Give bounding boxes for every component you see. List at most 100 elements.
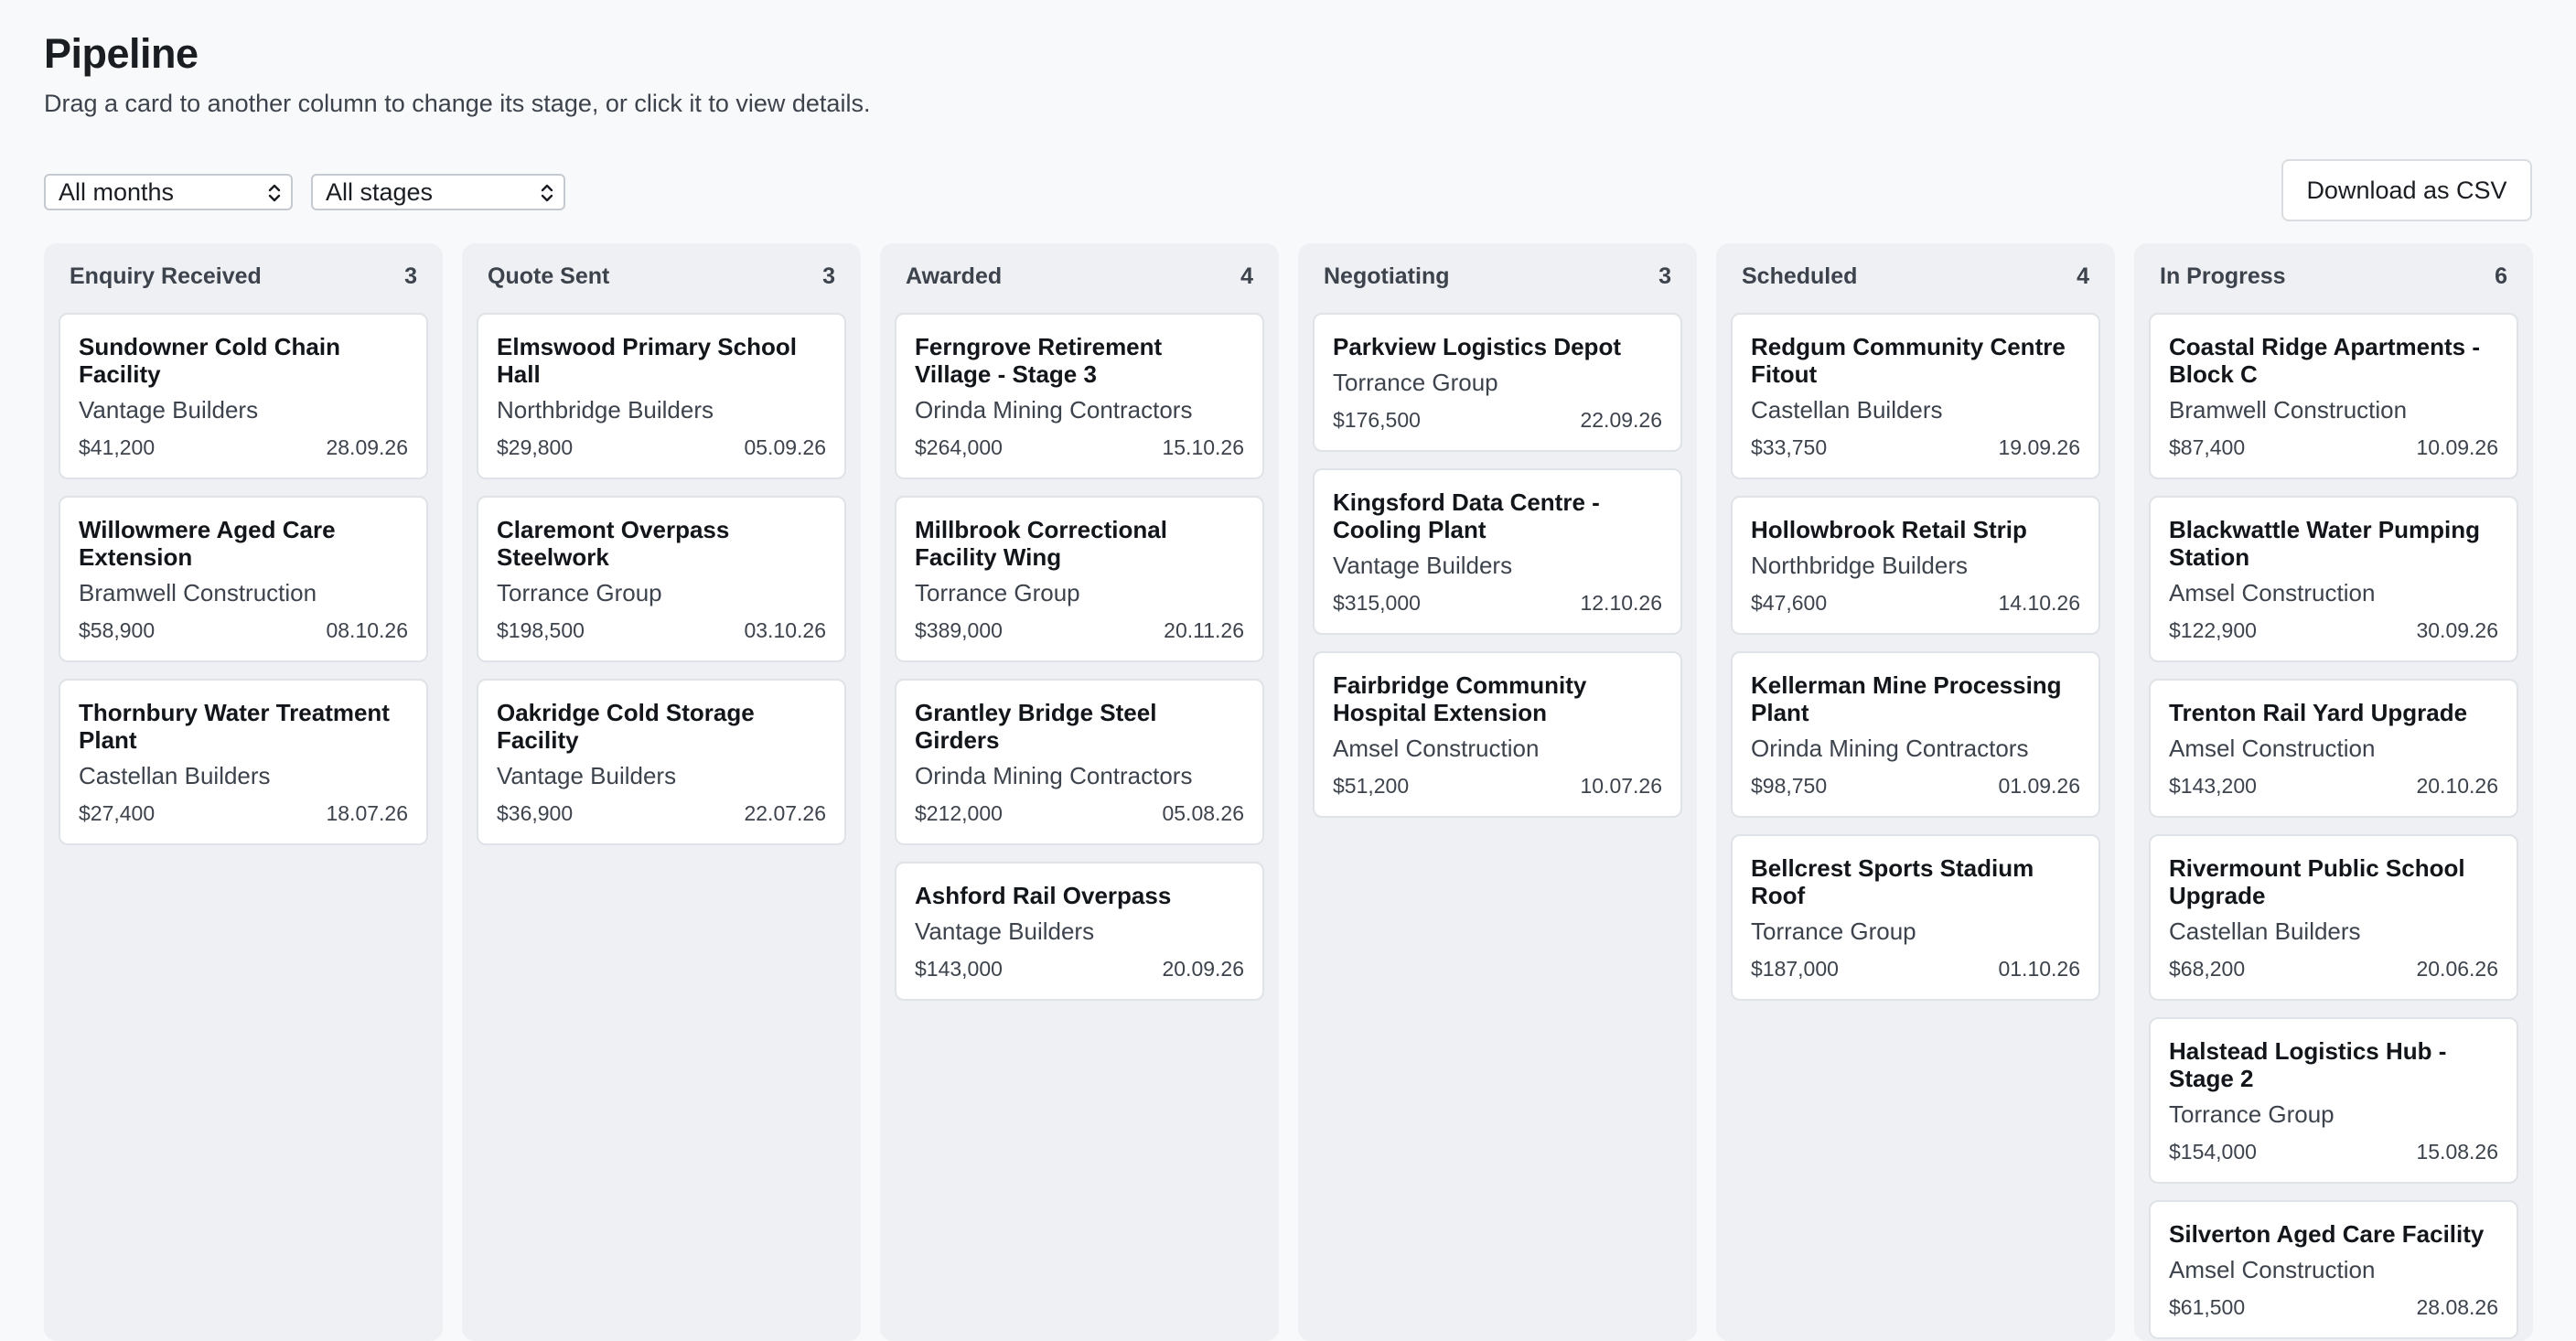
job-card-date: 22.09.26 xyxy=(1580,408,1662,432)
job-card[interactable]: Parkview Logistics Depot Torrance Group $1… xyxy=(1313,313,1682,452)
job-card-footer: $47,600 14.10.26 xyxy=(1751,591,2080,617)
job-card-footer: $29,800 05.09.26 xyxy=(497,435,826,461)
job-card[interactable]: Trenton Rail Yard Upgrade Amsel Construct… xyxy=(2149,679,2518,818)
column-header: Quote Sent 3 xyxy=(477,243,846,313)
job-card-value: $122,900 xyxy=(2169,618,2257,642)
job-card-client: Orinda Mining Contractors xyxy=(915,396,1193,424)
job-card[interactable]: Elmswood Primary School Hall Northbridge … xyxy=(477,313,846,479)
stage-column[interactable]: In Progress 6 Coastal Ridge Apartments - B… xyxy=(2134,243,2533,1341)
job-card-title: Trenton Rail Yard Upgrade xyxy=(2169,699,2468,726)
stage-column[interactable]: Scheduled 4 Redgum Community Centre Fitout… xyxy=(1716,243,2115,1341)
column-title: Quote Sent xyxy=(488,263,610,289)
job-card[interactable]: Coastal Ridge Apartments - Block C Bramwe… xyxy=(2149,313,2518,479)
column-header: In Progress 6 xyxy=(2149,243,2518,313)
job-card-title: Blackwattle Water Pumping Station xyxy=(2169,516,2480,571)
job-card[interactable]: Blackwattle Water Pumping Station Amsel C… xyxy=(2149,496,2518,662)
job-card-client: Orinda Mining Contractors xyxy=(915,762,1193,789)
job-card-value: $51,200 xyxy=(1333,774,1410,798)
job-card-footer: $98,750 01.09.26 xyxy=(1751,774,2080,799)
job-card-title: Redgum Community Centre Fitout xyxy=(1751,333,2066,388)
job-card[interactable]: Ashford Rail Overpass Vantage Builders $14… xyxy=(895,862,1264,1001)
stage-column[interactable]: Quote Sent 3 Elmswood Primary School Hall N… xyxy=(462,243,861,1341)
job-card[interactable]: Fairbridge Community Hospital Extension A… xyxy=(1313,651,1682,818)
kanban-board: Enquiry Received 3 Sundowner Cold Chain Fa… xyxy=(44,243,2533,1341)
job-card-footer: $58,900 08.10.26 xyxy=(79,618,408,644)
job-card-date: 18.07.26 xyxy=(326,801,408,825)
column-count-badge: 4 xyxy=(2077,263,2089,289)
job-card-title: Rivermount Public School Upgrade xyxy=(2169,854,2465,909)
job-card-date: 03.10.26 xyxy=(744,618,826,642)
job-card[interactable]: Millbrook Correctional Facility Wing Torr… xyxy=(895,496,1264,662)
job-card[interactable]: Grantley Bridge Steel Girders Orinda Mini… xyxy=(895,679,1264,845)
column-title: Enquiry Received xyxy=(70,263,262,289)
job-card[interactable]: Willowmere Aged Care Extension Bramwell C… xyxy=(59,496,428,662)
job-card-footer: $264,000 15.10.26 xyxy=(915,435,1244,461)
job-card-date: 20.06.26 xyxy=(2416,957,2498,981)
column-count-badge: 3 xyxy=(404,263,417,289)
months-filter-value: All months xyxy=(59,178,175,206)
stage-column[interactable]: Awarded 4 Ferngrove Retirement Village - S… xyxy=(880,243,1279,1341)
job-card-client: Northbridge Builders xyxy=(1751,552,1969,579)
job-card[interactable]: Thornbury Water Treatment Plant Castellan… xyxy=(59,679,428,845)
job-card-title: Kingsford Data Centre - Cooling Plant xyxy=(1333,488,1600,543)
job-card-title: Hollowbrook Retail Strip xyxy=(1751,516,2027,543)
job-card[interactable]: Halstead Logistics Hub - Stage 2 Torrance… xyxy=(2149,1017,2518,1184)
job-card-value: $315,000 xyxy=(1333,591,1421,615)
stages-filter-select[interactable]: All stages xyxy=(311,174,565,210)
job-card[interactable]: Ferngrove Retirement Village - Stage 3 Or… xyxy=(895,313,1264,479)
job-card-client: Torrance Group xyxy=(915,579,1080,606)
job-card[interactable]: Claremont Overpass Steelwork Torrance Gro… xyxy=(477,496,846,662)
job-card[interactable]: Redgum Community Centre Fitout Castellan … xyxy=(1731,313,2100,479)
job-card-client: Orinda Mining Contractors xyxy=(1751,735,2029,762)
job-card-client: Vantage Builders xyxy=(79,396,259,424)
job-card-title: Parkview Logistics Depot xyxy=(1333,333,1621,360)
job-card-client: Vantage Builders xyxy=(915,917,1095,945)
job-card-footer: $87,400 10.09.26 xyxy=(2169,435,2498,461)
job-card[interactable]: Bellcrest Sports Stadium Roof Torrance Gr… xyxy=(1731,834,2100,1001)
download-csv-button[interactable]: Download as CSV xyxy=(2281,159,2532,221)
column-count-badge: 6 xyxy=(2495,263,2507,289)
job-card-title: Coastal Ridge Apartments - Block C xyxy=(2169,333,2480,388)
job-card-value: $47,600 xyxy=(1751,591,1828,615)
job-card-value: $36,900 xyxy=(497,801,574,825)
job-card[interactable]: Silverton Aged Care Facility Amsel Constr… xyxy=(2149,1200,2518,1339)
job-card-date: 01.10.26 xyxy=(1998,957,2080,981)
months-filter-select[interactable]: All months xyxy=(44,174,293,210)
job-card-title: Silverton Aged Care Facility xyxy=(2169,1220,2485,1248)
column-header: Awarded 4 xyxy=(895,243,1264,313)
job-card-date: 19.09.26 xyxy=(1998,435,2080,459)
job-card-date: 05.08.26 xyxy=(1162,801,1244,825)
job-card[interactable]: Kellerman Mine Processing Plant Orinda Mi… xyxy=(1731,651,2100,818)
job-card-date: 20.10.26 xyxy=(2416,774,2498,798)
job-card-title: Oakridge Cold Storage Facility xyxy=(497,699,755,754)
job-card-value: $98,750 xyxy=(1751,774,1828,798)
job-card-footer: $51,200 10.07.26 xyxy=(1333,774,1662,799)
job-card-client: Torrance Group xyxy=(1751,917,1916,945)
job-card-date: 05.09.26 xyxy=(744,435,826,459)
job-card[interactable]: Sundowner Cold Chain Facility Vantage Bui… xyxy=(59,313,428,479)
job-card-date: 20.11.26 xyxy=(1164,618,1244,642)
job-card[interactable]: Kingsford Data Centre - Cooling Plant Van… xyxy=(1313,468,1682,635)
job-card[interactable]: Oakridge Cold Storage Facility Vantage Bu… xyxy=(477,679,846,845)
toolbar: All months All stages Download as CSV xyxy=(44,159,2532,223)
job-card-client: Castellan Builders xyxy=(79,762,271,789)
job-card-date: 08.10.26 xyxy=(326,618,408,642)
stage-column[interactable]: Negotiating 3 Parkview Logistics Depot Torr… xyxy=(1298,243,1697,1341)
job-card[interactable]: Rivermount Public School Upgrade Castella… xyxy=(2149,834,2518,1001)
chevron-up-down-icon xyxy=(541,184,553,202)
job-card-value: $27,400 xyxy=(79,801,156,825)
job-card-value: $87,400 xyxy=(2169,435,2246,459)
job-card-value: $154,000 xyxy=(2169,1140,2257,1164)
job-card-footer: $41,200 28.09.26 xyxy=(79,435,408,461)
column-header: Enquiry Received 3 xyxy=(59,243,428,313)
job-card[interactable]: Hollowbrook Retail Strip Northbridge Buil… xyxy=(1731,496,2100,635)
job-card-footer: $61,500 28.08.26 xyxy=(2169,1295,2498,1321)
job-card-date: 22.07.26 xyxy=(744,801,826,825)
stage-column[interactable]: Enquiry Received 3 Sundowner Cold Chain Fa… xyxy=(44,243,443,1341)
job-card-value: $389,000 xyxy=(915,618,1003,642)
column-count-badge: 4 xyxy=(1240,263,1253,289)
job-card-date: 01.09.26 xyxy=(1998,774,2080,798)
stages-filter-value: All stages xyxy=(326,178,434,206)
job-card-value: $198,500 xyxy=(497,618,585,642)
job-card-footer: $33,750 19.09.26 xyxy=(1751,435,2080,461)
